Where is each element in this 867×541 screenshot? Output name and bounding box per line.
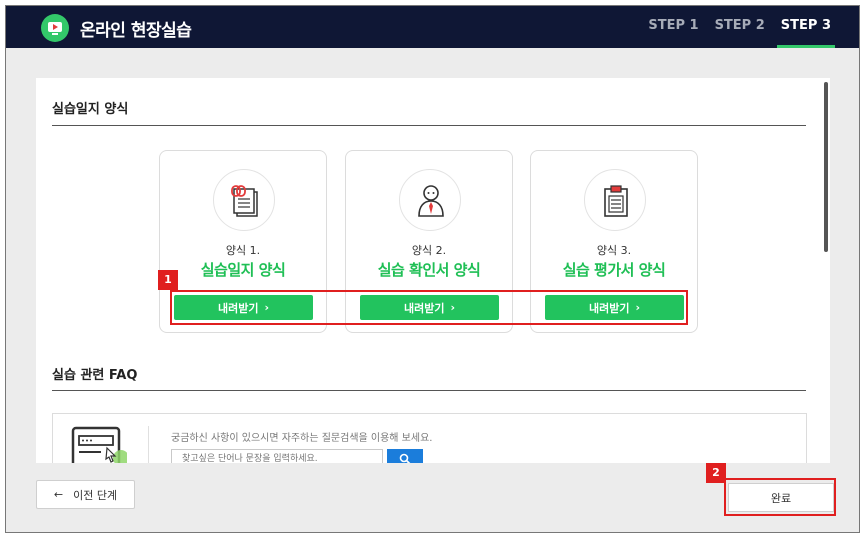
card-label: 양식 2. <box>411 244 447 257</box>
prev-label: 이전 단계 <box>73 488 118 502</box>
forms-section-title: 실습일지 양식 <box>52 102 129 117</box>
clipboard-icon <box>584 169 646 231</box>
faq-section-title: 실습 관련 FAQ <box>52 368 138 383</box>
card-label: 양식 1. <box>225 244 261 257</box>
faq-search-input[interactable] <box>171 449 383 463</box>
step-nav: STEP 1 STEP 2 STEP 3 <box>648 6 836 48</box>
annotation-badge-2: 2 <box>706 463 726 483</box>
bottom-bar: ← 이전 단계 완료 2 <box>6 463 859 532</box>
computer-search-icon <box>71 424 129 463</box>
person-tie-icon <box>399 169 461 231</box>
prev-step-button[interactable]: ← 이전 단계 <box>36 480 135 509</box>
top-header: 온라인 현장실습 STEP 1 STEP 2 STEP 3 <box>6 6 859 48</box>
step-tab-2[interactable]: STEP 2 <box>715 6 765 48</box>
faq-divider <box>148 426 149 463</box>
card-title: 실습 확인서 양식 <box>377 261 481 279</box>
document-clip-icon <box>213 169 275 231</box>
step-tab-3[interactable]: STEP 3 <box>776 6 836 48</box>
card-label: 양식 3. <box>596 244 632 257</box>
arrow-left-icon: ← <box>53 488 64 501</box>
annotation-box-1 <box>170 290 688 325</box>
step-tab-1[interactable]: STEP 1 <box>648 6 698 48</box>
section-divider <box>52 125 806 126</box>
faq-description: 궁금하신 사항이 있으시면 자주하는 질문검색을 이용해 보세요. <box>171 433 433 444</box>
section-divider <box>52 390 806 391</box>
app-title: 온라인 현장실습 <box>80 21 192 41</box>
annotation-box-2 <box>724 478 836 516</box>
card-title: 실습 평가서 양식 <box>562 261 666 279</box>
content-panel: 실습일지 양식 양식 1. 실습일지 양식 내려받기 › 양식 2. 실습 확인… <box>36 78 830 463</box>
vertical-scrollbar[interactable] <box>824 82 828 252</box>
card-title: 실습일지 양식 <box>200 261 286 279</box>
app-window: 온라인 현장실습 STEP 1 STEP 2 STEP 3 실습일지 양식 양식… <box>5 5 860 533</box>
app-logo-icon <box>41 14 69 42</box>
annotation-badge-1: 1 <box>158 270 178 290</box>
search-button[interactable] <box>387 449 423 463</box>
search-icon <box>399 453 411 463</box>
faq-search-box: 궁금하신 사항이 있으시면 자주하는 질문검색을 이용해 보세요. <box>52 413 807 463</box>
